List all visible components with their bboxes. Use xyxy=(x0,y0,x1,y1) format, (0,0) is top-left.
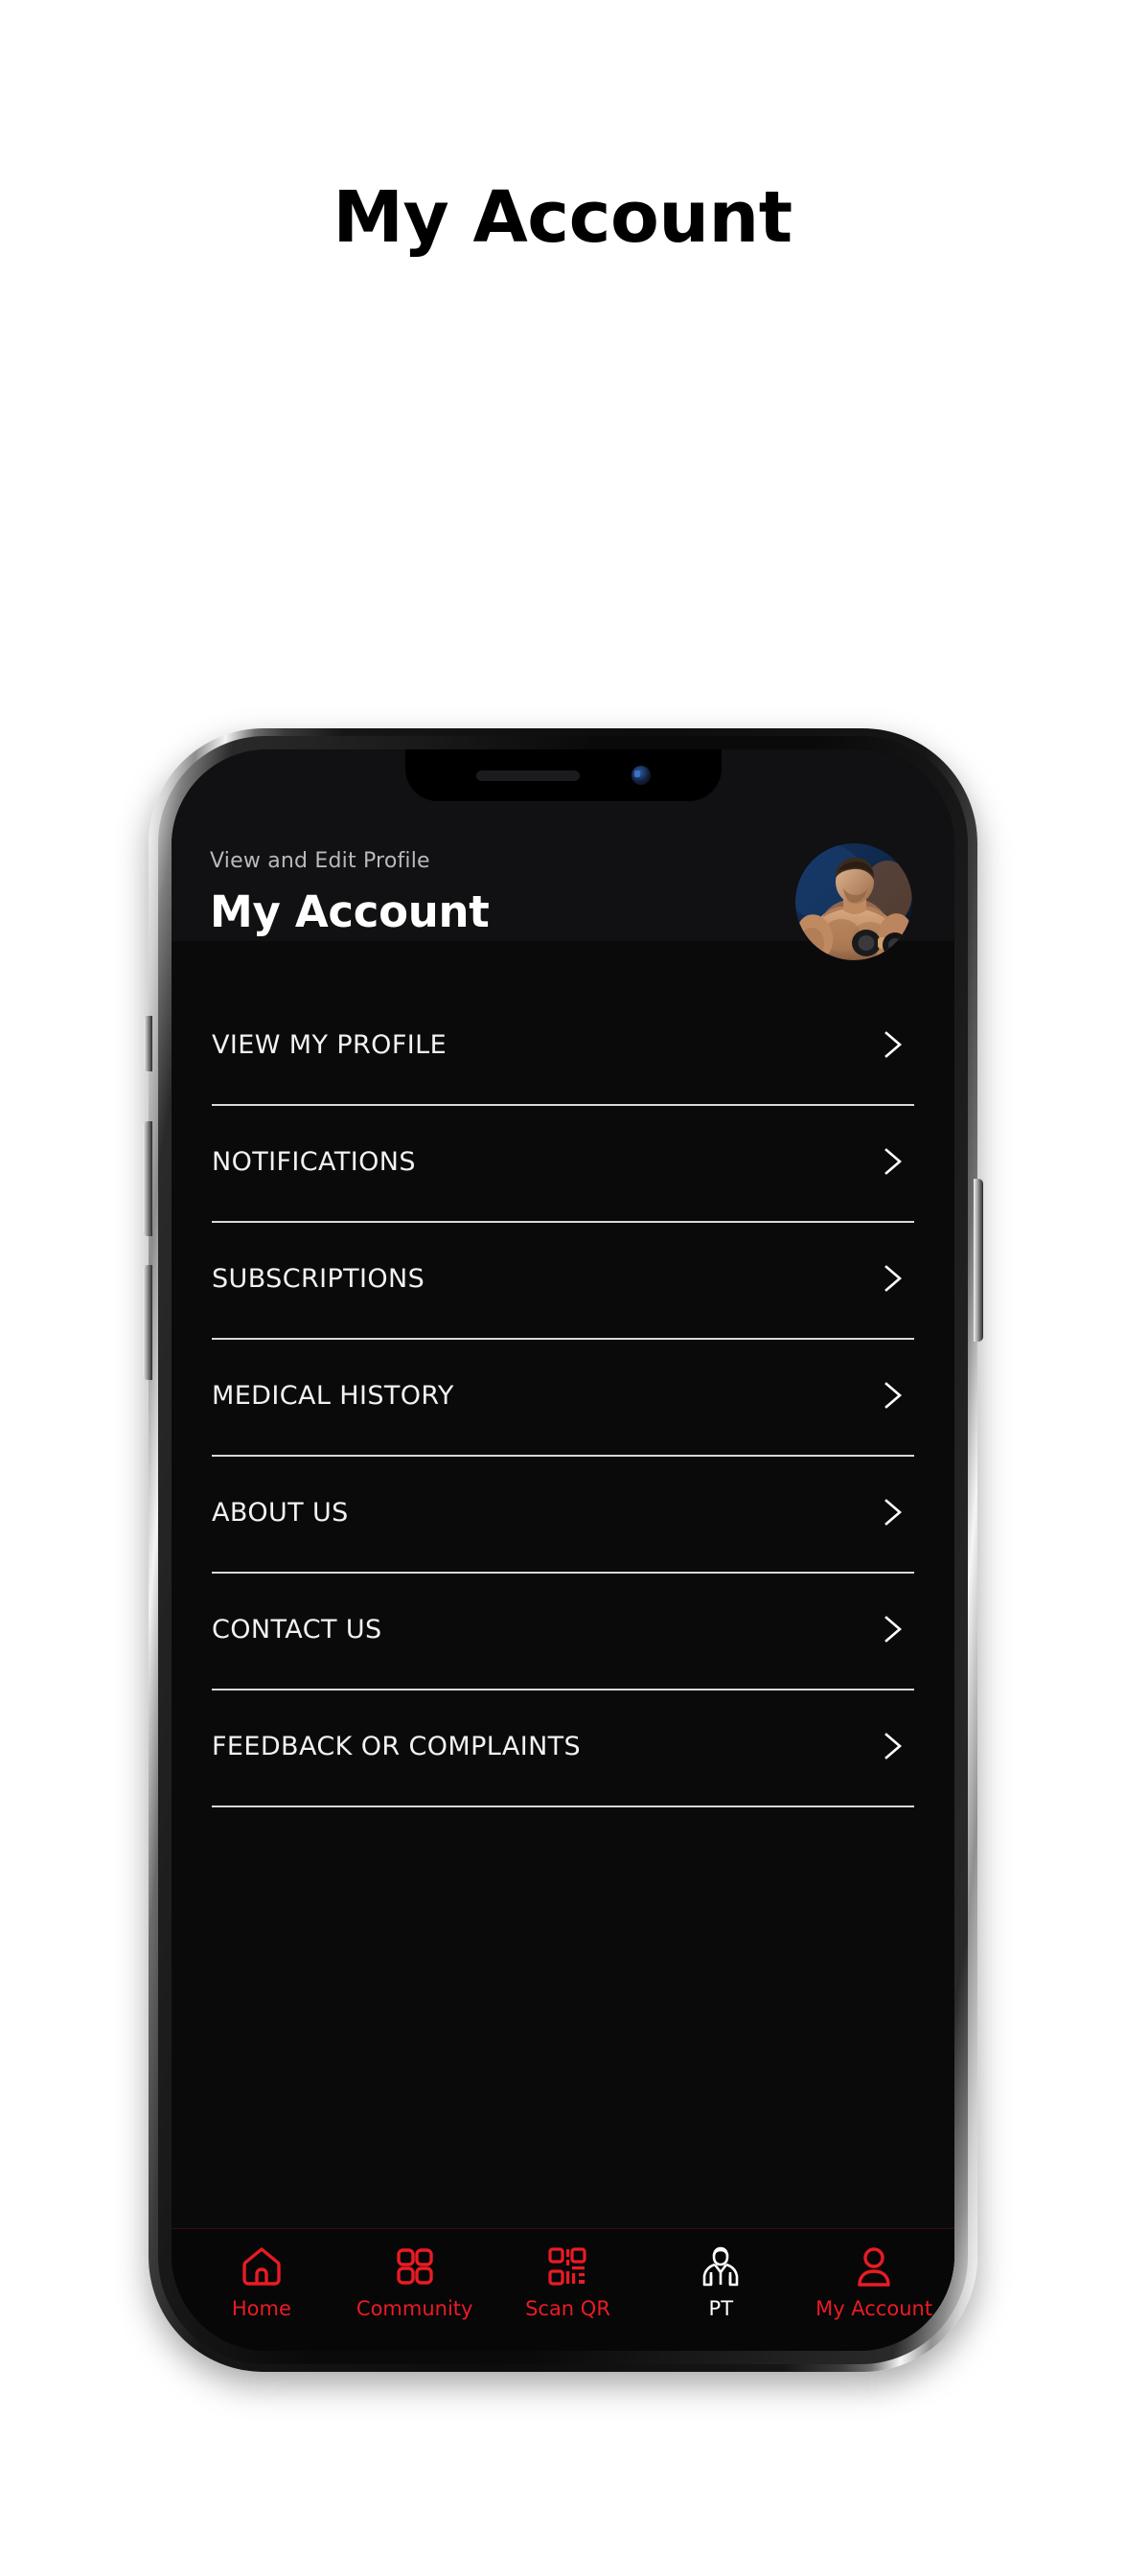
volume-up-button[interactable] xyxy=(143,1121,152,1236)
menu-item-subscriptions[interactable]: SUBSCRIPTIONS xyxy=(212,1223,914,1340)
menu-item-label: FEEDBACK OR COMPLAINTS xyxy=(212,1731,582,1761)
chevron-right-icon xyxy=(876,1613,908,1645)
menu-item-about-us[interactable]: ABOUT US xyxy=(212,1457,914,1574)
qr-code-icon xyxy=(544,2243,590,2289)
tab-label: PT xyxy=(708,2296,734,2320)
menu-item-view-my-profile[interactable]: VIEW MY PROFILE xyxy=(212,989,914,1106)
menu-item-label: VIEW MY PROFILE xyxy=(212,1029,448,1060)
menu-item-medical-history[interactable]: MEDICAL HISTORY xyxy=(212,1340,914,1457)
home-icon xyxy=(239,2243,285,2289)
menu-item-contact-us[interactable]: CONTACT US xyxy=(212,1574,914,1690)
menu-item-label: SUBSCRIPTIONS xyxy=(212,1263,425,1294)
chevron-right-icon xyxy=(876,1730,908,1762)
header-title: My Account xyxy=(210,886,490,937)
mute-switch-button[interactable] xyxy=(144,1016,152,1071)
power-button[interactable] xyxy=(974,1179,983,1342)
header-text-block: View and Edit Profile My Account xyxy=(210,836,490,937)
menu-item-notifications[interactable]: NOTIFICATIONS xyxy=(212,1106,914,1223)
chevron-right-icon xyxy=(876,1379,908,1412)
tab-label: My Account xyxy=(815,2296,933,2320)
user-icon xyxy=(851,2243,897,2289)
tab-home[interactable]: Home xyxy=(185,2243,338,2320)
speaker-grille-icon xyxy=(475,770,580,781)
trainer-icon xyxy=(698,2243,744,2289)
bottom-tab-bar: Home Community Scan QR PT My Account xyxy=(172,2228,954,2351)
tab-scan-qr[interactable]: Scan QR xyxy=(492,2243,645,2320)
phone-mockup: View and Edit Profile My Account VIEW MY… xyxy=(143,728,983,2372)
header-subtitle: View and Edit Profile xyxy=(210,849,430,873)
front-camera-icon xyxy=(631,766,651,785)
app-viewport: View and Edit Profile My Account VIEW MY… xyxy=(172,749,954,2351)
tab-label: Home xyxy=(231,2296,291,2320)
device-notch xyxy=(404,749,722,801)
chevron-right-icon xyxy=(876,1496,908,1529)
page-title: My Account xyxy=(333,176,792,259)
grid-icon xyxy=(392,2243,438,2289)
volume-down-button[interactable] xyxy=(143,1265,152,1380)
tab-my-account[interactable]: My Account xyxy=(797,2243,951,2320)
avatar[interactable] xyxy=(795,843,912,960)
account-menu-list: VIEW MY PROFILE NOTIFICATIONS SUBSCRIPTI… xyxy=(172,941,954,2228)
tab-label: Community xyxy=(356,2296,473,2320)
chevron-right-icon xyxy=(876,1262,908,1295)
menu-item-label: CONTACT US xyxy=(212,1614,382,1644)
chevron-right-icon xyxy=(876,1145,908,1178)
tab-pt[interactable]: PT xyxy=(644,2243,797,2320)
menu-item-label: ABOUT US xyxy=(212,1497,349,1528)
tab-community[interactable]: Community xyxy=(338,2243,492,2320)
phone-screen: View and Edit Profile My Account VIEW MY… xyxy=(172,749,954,2351)
avatar-image xyxy=(795,843,912,960)
phone-screen-container: View and Edit Profile My Account VIEW MY… xyxy=(172,749,954,2351)
tab-label: Scan QR xyxy=(525,2296,610,2320)
menu-item-label: MEDICAL HISTORY xyxy=(212,1380,454,1411)
chevron-right-icon xyxy=(876,1028,908,1061)
menu-item-label: NOTIFICATIONS xyxy=(212,1146,416,1177)
menu-item-feedback-or-complaints[interactable]: FEEDBACK OR COMPLAINTS xyxy=(212,1690,914,1807)
